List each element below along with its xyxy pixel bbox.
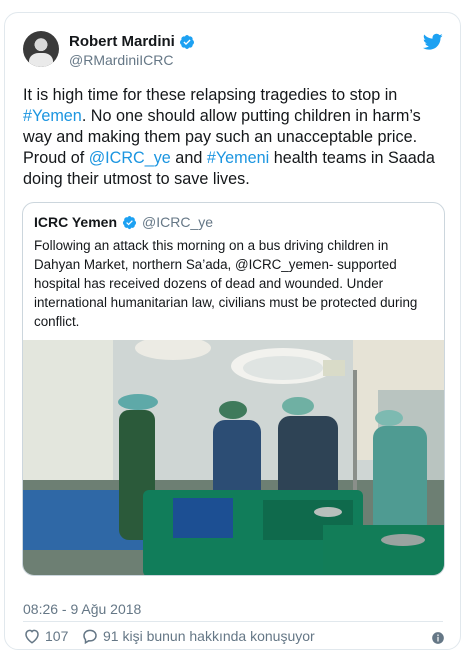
mention-icrc-ye-link[interactable]: @ICRC_ye — [89, 149, 171, 167]
verified-badge-icon — [122, 215, 137, 229]
tweet-text-part: It is high time for these relapsing trag… — [23, 86, 398, 104]
heart-icon — [25, 629, 39, 644]
quoted-tweet-text: Following an attack this morning on a bu… — [34, 238, 418, 329]
author-handle[interactable]: @RMardiniICRC — [69, 52, 173, 68]
quoted-tweet-header: ICRC Yemen @ICRC_ye — [34, 214, 213, 230]
author-avatar[interactable] — [23, 31, 59, 67]
quoted-tweet[interactable]: ICRC Yemen @ICRC_ye Following an attack … — [22, 202, 445, 576]
tweet-actions: 107 91 kişi bunun hakkında konuşuyor — [23, 627, 445, 651]
hashtag-yemen-link[interactable]: #Yemen — [23, 107, 82, 125]
reply-button[interactable]: 91 kişi bunun hakkında konuşuyor — [81, 627, 315, 645]
tweet-text-part: and — [170, 149, 207, 167]
quoted-author-name[interactable]: ICRC Yemen — [34, 214, 117, 230]
author-name-row[interactable]: Robert Mardini — [69, 33, 195, 50]
reply-summary: 91 kişi bunun hakkında konuşuyor — [103, 628, 315, 644]
like-count: 107 — [45, 628, 69, 644]
twitter-bird-icon[interactable] — [423, 33, 443, 51]
divider — [23, 621, 443, 622]
hashtag-yemeni-link[interactable]: #Yemeni — [207, 149, 269, 167]
speech-bubble-icon — [83, 629, 97, 645]
tweet-header: Robert Mardini @RMardiniICRC — [23, 31, 443, 71]
verified-badge-icon — [179, 34, 194, 49]
operating-room-photo[interactable] — [23, 340, 445, 576]
quoted-author-handle[interactable]: @ICRC_ye — [142, 214, 213, 230]
tweet-card: Robert Mardini @RMardiniICRC It is high … — [4, 12, 461, 650]
like-button[interactable]: 107 — [23, 627, 68, 645]
tweet-text: It is high time for these relapsing trag… — [23, 85, 443, 190]
info-icon[interactable] — [431, 631, 445, 645]
tweet-timestamp[interactable]: 08:26 - 9 Ağu 2018 — [23, 601, 141, 617]
author-name[interactable]: Robert Mardini — [69, 33, 175, 50]
